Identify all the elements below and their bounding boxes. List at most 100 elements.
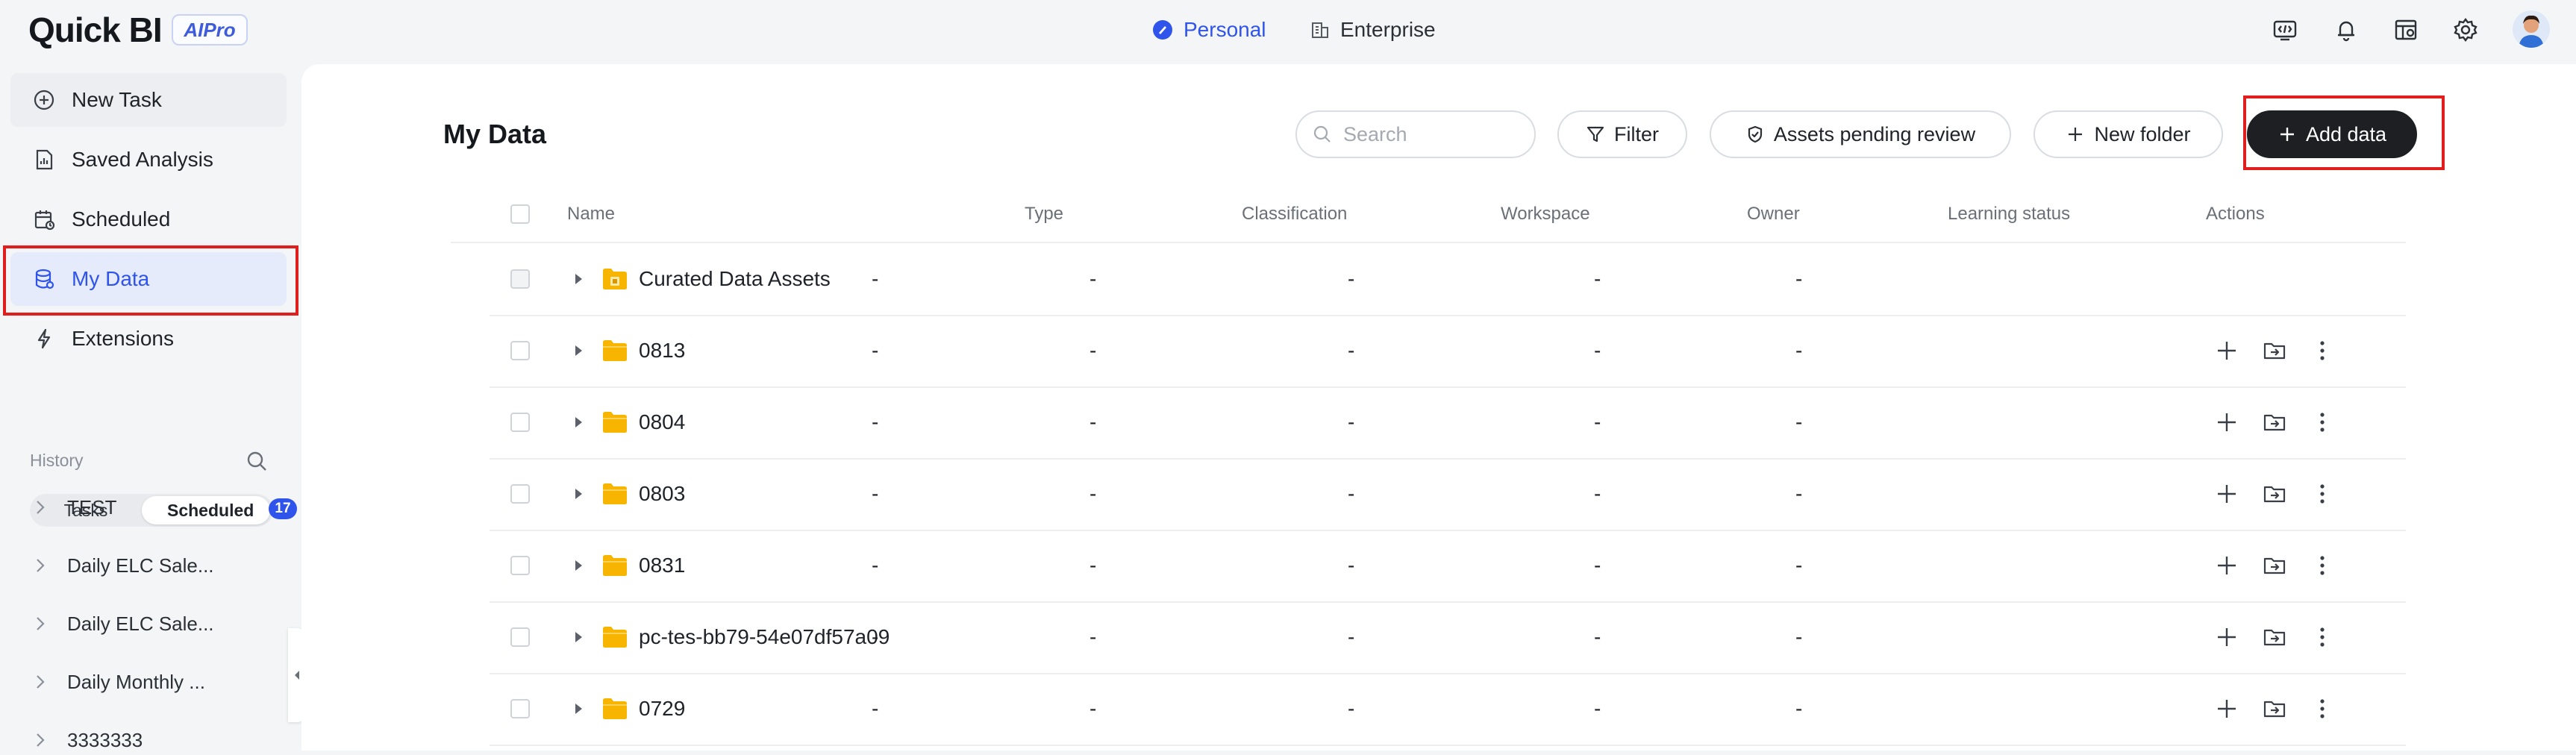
user-avatar[interactable] [2513,10,2550,48]
expand-caret-icon[interactable] [573,386,584,458]
assets-pending-review-button[interactable]: Assets pending review [1710,110,2011,158]
row-checkbox[interactable] [510,601,530,673]
dashboard-config-icon[interactable] [2392,16,2419,43]
move-folder-icon[interactable] [2261,337,2288,364]
row-checkbox[interactable] [510,530,530,601]
sidebar-item-my-data[interactable]: My Data [10,252,287,306]
table-row[interactable]: 0831 - - - - - [490,530,2406,603]
row-name[interactable]: pc-tes-bb79-54e07df57a09 [639,601,890,673]
sidebar-item-new-task[interactable]: New Task [10,73,287,127]
row-classification: - [1090,339,1097,362]
plus-icon [2278,125,2297,144]
row-type: - [872,482,879,505]
sidebar-item-scheduled[interactable]: Scheduled [10,192,287,246]
move-folder-icon[interactable] [2261,409,2288,436]
history-item[interactable]: Daily ELC Sale... [34,551,281,580]
expand-caret-icon[interactable] [573,243,584,315]
enterprise-icon [1310,20,1330,40]
column-header-learning-status[interactable]: Learning status [1948,187,2070,242]
add-icon[interactable] [2213,552,2240,579]
column-header-name[interactable]: Name [567,187,615,242]
row-workspace: - [1348,410,1355,433]
sidebar-item-saved-analysis[interactable]: Saved Analysis [10,133,287,187]
table-row[interactable]: 0804 - - - - - [490,386,2406,460]
search-input[interactable] [1342,122,1531,147]
table-row[interactable]: 0803 - - - - - [490,458,2406,531]
table-row[interactable]: Curated Data Assets - - - - - [490,243,2406,316]
history-item[interactable]: 3333333 [34,725,281,755]
more-icon[interactable] [2309,409,2336,436]
row-checkbox[interactable] [510,315,530,386]
move-folder-icon[interactable] [2261,624,2288,651]
row-checkbox[interactable] [510,386,530,458]
table-row[interactable]: pc-tes-bb79-54e07df57a09 - - - - - [490,601,2406,674]
folder-icon [601,673,628,745]
select-all-checkbox[interactable] [510,204,530,224]
gear-icon[interactable] [2452,16,2479,43]
sidebar-item-label: Scheduled [72,207,171,231]
expand-caret-icon[interactable] [573,315,584,386]
row-name[interactable]: 0804 [639,386,685,458]
search-box[interactable] [1295,110,1536,158]
add-icon[interactable] [2213,695,2240,722]
expand-caret-icon[interactable] [573,601,584,673]
column-header-owner[interactable]: Owner [1747,187,1800,242]
chevron-right-icon [34,731,52,749]
row-owner: - [1594,410,1601,433]
sidebar-item-extensions[interactable]: Extensions [10,312,287,366]
bell-icon[interactable] [2333,16,2360,43]
history-item[interactable]: Daily ELC Sale... [34,609,281,639]
row-name[interactable]: Curated Data Assets [639,243,831,315]
plus-circle-icon [31,87,57,113]
row-learning-status: - [1795,625,1803,648]
table-row[interactable]: 0813 - - - - - [490,315,2406,388]
tab-personal[interactable]: Personal [1152,15,1266,45]
code-icon[interactable] [2272,16,2298,43]
add-data-button[interactable]: Add data [2247,110,2417,158]
history-search-icon[interactable] [245,449,269,473]
row-name[interactable]: 0831 [639,530,685,601]
tab-enterprise[interactable]: Enterprise [1310,15,1436,45]
aipro-badge: AIPro [172,14,248,46]
more-icon[interactable] [2309,480,2336,507]
add-icon[interactable] [2213,624,2240,651]
row-classification: - [1090,554,1097,577]
row-name[interactable]: 0813 [639,315,685,386]
row-learning-status: - [1795,267,1803,290]
move-folder-icon[interactable] [2261,552,2288,579]
filter-button[interactable]: Filter [1557,110,1687,158]
row-learning-status: - [1795,554,1803,577]
add-icon[interactable] [2213,409,2240,436]
expand-caret-icon[interactable] [573,530,584,601]
expand-caret-icon[interactable] [573,458,584,530]
row-owner: - [1594,339,1601,362]
column-header-type[interactable]: Type [1025,187,1063,242]
move-folder-icon[interactable] [2261,480,2288,507]
more-icon[interactable] [2309,695,2336,722]
row-name[interactable]: 0729 [639,673,685,745]
sidebar-item-label: Saved Analysis [72,148,213,171]
add-icon[interactable] [2213,337,2240,364]
table-row[interactable]: 0729 - - - - - [490,673,2406,746]
plus-icon [2066,125,2085,144]
new-folder-button[interactable]: New folder [2033,110,2223,158]
row-owner: - [1594,554,1601,577]
history-item[interactable]: TEST [34,492,281,522]
curated-folder-icon [601,243,628,315]
main-panel: My Data Filter Assets pending review New… [301,64,2576,751]
column-header-classification[interactable]: Classification [1242,187,1347,242]
app-logo[interactable]: Quick BI [28,10,163,49]
move-folder-icon[interactable] [2261,695,2288,722]
column-header-workspace[interactable]: Workspace [1501,187,1590,242]
row-type: - [872,267,879,290]
row-classification: - [1090,697,1097,720]
more-icon[interactable] [2309,337,2336,364]
more-icon[interactable] [2309,552,2336,579]
add-icon[interactable] [2213,480,2240,507]
more-icon[interactable] [2309,624,2336,651]
row-name[interactable]: 0803 [639,458,685,530]
row-checkbox[interactable] [510,458,530,530]
expand-caret-icon[interactable] [573,673,584,745]
row-checkbox[interactable] [510,673,530,745]
history-item[interactable]: Daily Monthly ... [34,667,281,697]
